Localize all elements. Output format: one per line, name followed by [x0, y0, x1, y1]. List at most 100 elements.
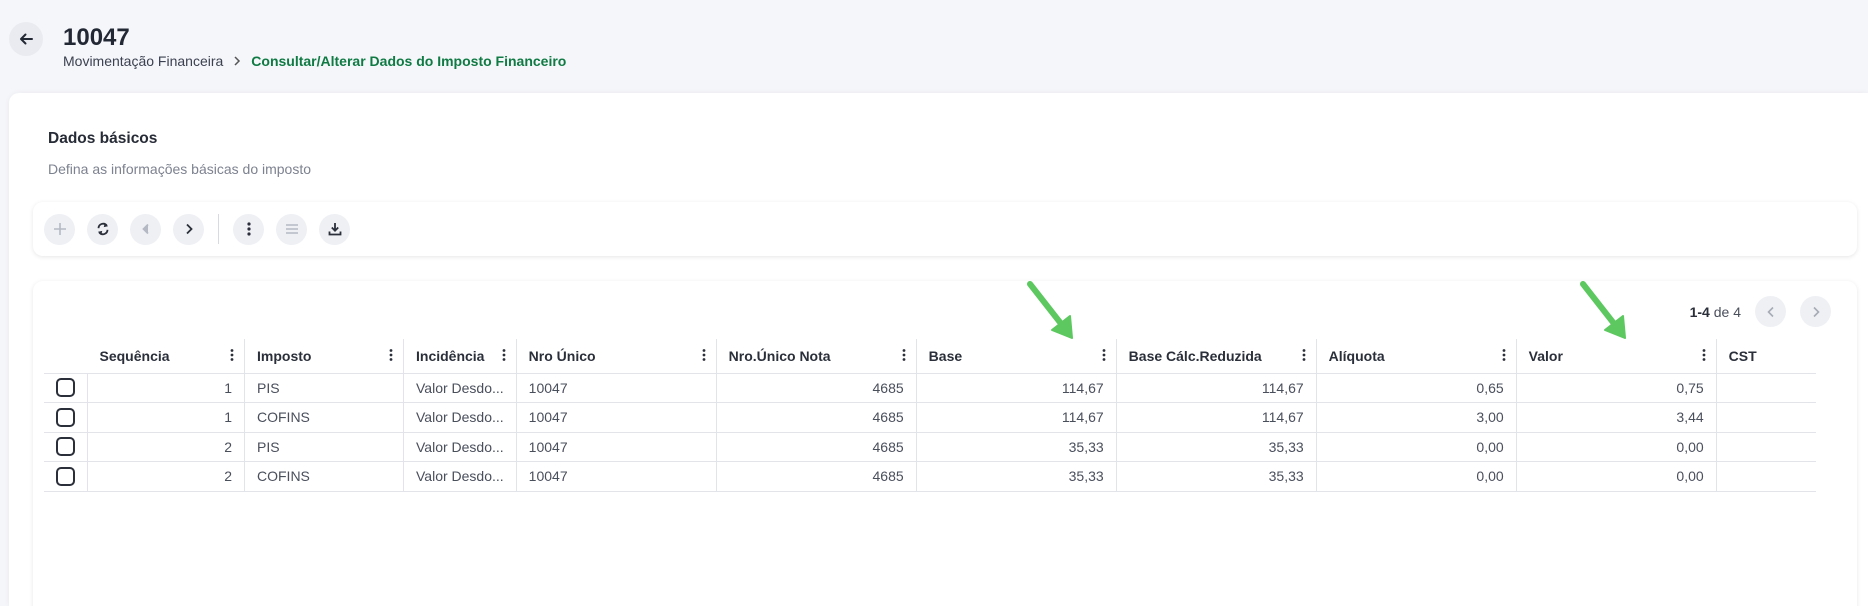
cell-base: 114,67 — [916, 372, 1117, 403]
column-header-label: Sequência — [99, 347, 170, 364]
download-button[interactable] — [319, 213, 350, 245]
column-header-label: CST — [1728, 347, 1757, 364]
cell-aliquota: 0,00 — [1316, 461, 1517, 492]
column-menu-icon[interactable] — [502, 349, 506, 361]
previous-record-button[interactable] — [130, 213, 161, 245]
column-menu-icon[interactable] — [1302, 349, 1306, 361]
cell-base: 35,33 — [916, 431, 1117, 462]
cell-sequencia: 1 — [87, 402, 245, 432]
row-checkbox[interactable] — [56, 437, 75, 457]
column-header-base[interactable]: Base — [916, 339, 1117, 373]
breadcrumb-current: Consultar/Alterar Dados do Imposto Finan… — [251, 53, 567, 69]
page-title: 10047 — [63, 24, 130, 51]
cell-base-reduzida: 35,33 — [1116, 461, 1317, 492]
column-header-label: Nro Único — [528, 347, 596, 364]
cell-nro-unico: 10047 — [516, 431, 717, 462]
chevron-right-icon — [1812, 306, 1820, 317]
column-header-nro-unico[interactable]: Nro Único — [516, 339, 717, 373]
column-header-label: Base — [928, 347, 963, 364]
cell-imposto: COFINS — [244, 461, 404, 492]
page-header: 10047 Movimentação Financeira Consultar/… — [0, 0, 1868, 92]
column-menu-icon[interactable] — [1102, 349, 1106, 361]
download-icon — [328, 223, 341, 236]
previous-page-button[interactable] — [1755, 296, 1786, 327]
column-menu-icon[interactable] — [389, 349, 393, 361]
plus-icon — [53, 223, 66, 235]
chevron-right-icon — [233, 53, 241, 69]
column-menu-icon[interactable] — [1702, 349, 1706, 361]
cell-base-reduzida: 114,67 — [1116, 372, 1317, 403]
row-select-cell — [44, 372, 88, 403]
arrow-left-icon — [20, 33, 33, 45]
add-button[interactable] — [44, 213, 75, 245]
cell-base: 114,67 — [916, 402, 1117, 432]
cell-nro-unico-nota: 4685 — [716, 402, 917, 432]
cell-valor: 0,00 — [1516, 461, 1717, 492]
pager-of-label: de — [1713, 303, 1730, 320]
breadcrumb-parent[interactable]: Movimentação Financeira — [63, 53, 223, 69]
cell-valor: 0,75 — [1516, 372, 1717, 403]
tax-grid: Sequência Imposto Incidência Nro Único N… — [44, 339, 1817, 492]
cell-nro-unico: 10047 — [516, 461, 717, 492]
more-options-button[interactable] — [233, 213, 264, 245]
column-header-label: Imposto — [257, 347, 312, 364]
cell-aliquota: 3,00 — [1316, 402, 1517, 432]
more-vertical-icon — [246, 222, 251, 236]
column-menu-icon[interactable] — [1502, 349, 1506, 361]
row-select-cell — [44, 402, 88, 432]
pagination: 1-4 de 4 — [1690, 296, 1831, 327]
column-menu-icon[interactable] — [230, 349, 234, 361]
cell-base-reduzida: 114,67 — [1116, 402, 1317, 432]
table-row[interactable]: 1 PIS Valor Desdo... 10047 4685 114,67 1… — [44, 372, 1817, 403]
column-header-imposto[interactable]: Imposto — [244, 339, 404, 373]
column-header-label: Base Cálc.Reduzida — [1128, 347, 1262, 364]
chevron-left-icon — [141, 223, 149, 235]
cell-nro-unico-nota: 4685 — [716, 431, 917, 462]
cell-nro-unico-nota: 4685 — [716, 372, 917, 403]
column-header-label: Incidência — [416, 347, 485, 364]
cell-incidencia: Valor Desdo... — [403, 402, 517, 432]
section-title: Dados básicos — [48, 130, 158, 147]
cell-valor: 3,44 — [1516, 402, 1717, 432]
column-menu-icon[interactable] — [702, 349, 706, 361]
column-menu-icon[interactable] — [902, 349, 906, 361]
table-row[interactable]: 1 COFINS Valor Desdo... 10047 4685 114,6… — [44, 402, 1817, 432]
cell-sequencia: 2 — [87, 461, 245, 492]
cell-imposto: COFINS — [244, 402, 404, 432]
refresh-button[interactable] — [87, 213, 118, 245]
list-view-button[interactable] — [276, 213, 307, 245]
table-header-row: Sequência Imposto Incidência Nro Único N… — [44, 339, 1816, 373]
refresh-icon — [97, 222, 108, 236]
list-icon — [285, 224, 298, 234]
row-checkbox[interactable] — [56, 378, 75, 398]
column-header-select — [44, 339, 88, 373]
table-row[interactable]: 2 COFINS Valor Desdo... 10047 4685 35,33… — [44, 461, 1817, 492]
back-button[interactable] — [9, 22, 43, 56]
row-checkbox[interactable] — [56, 466, 75, 486]
cell-cst — [1716, 372, 1817, 403]
row-checkbox[interactable] — [56, 407, 75, 427]
chevron-left-icon — [1766, 306, 1774, 317]
cell-sequencia: 1 — [87, 372, 245, 403]
column-header-valor[interactable]: Valor — [1516, 339, 1717, 373]
cell-imposto: PIS — [244, 372, 404, 403]
cell-incidencia: Valor Desdo... — [403, 372, 517, 403]
cell-aliquota: 0,65 — [1316, 372, 1517, 403]
column-header-sequencia[interactable]: Sequência — [87, 339, 245, 373]
column-header-cst[interactable]: CST — [1716, 339, 1816, 373]
table-row[interactable]: 2 PIS Valor Desdo... 10047 4685 35,33 35… — [44, 431, 1817, 462]
column-header-aliquota[interactable]: Alíquota — [1316, 339, 1517, 373]
cell-sequencia: 2 — [87, 431, 245, 462]
pager-total: 4 — [1733, 303, 1741, 320]
next-page-button[interactable] — [1800, 296, 1831, 327]
cell-nro-unico: 10047 — [516, 372, 717, 403]
column-header-incidencia[interactable]: Incidência — [403, 339, 517, 373]
chevron-right-icon — [185, 223, 193, 235]
pager-range: 1-4 — [1689, 303, 1710, 320]
next-record-button[interactable] — [173, 213, 204, 245]
column-header-base-reduzida[interactable]: Base Cálc.Reduzida — [1116, 339, 1317, 373]
column-header-label: Valor — [1528, 347, 1563, 364]
cell-incidencia: Valor Desdo... — [403, 461, 517, 492]
column-header-nro-unico-nota[interactable]: Nro.Único Nota — [716, 339, 917, 373]
cell-nro-unico-nota: 4685 — [716, 461, 917, 492]
